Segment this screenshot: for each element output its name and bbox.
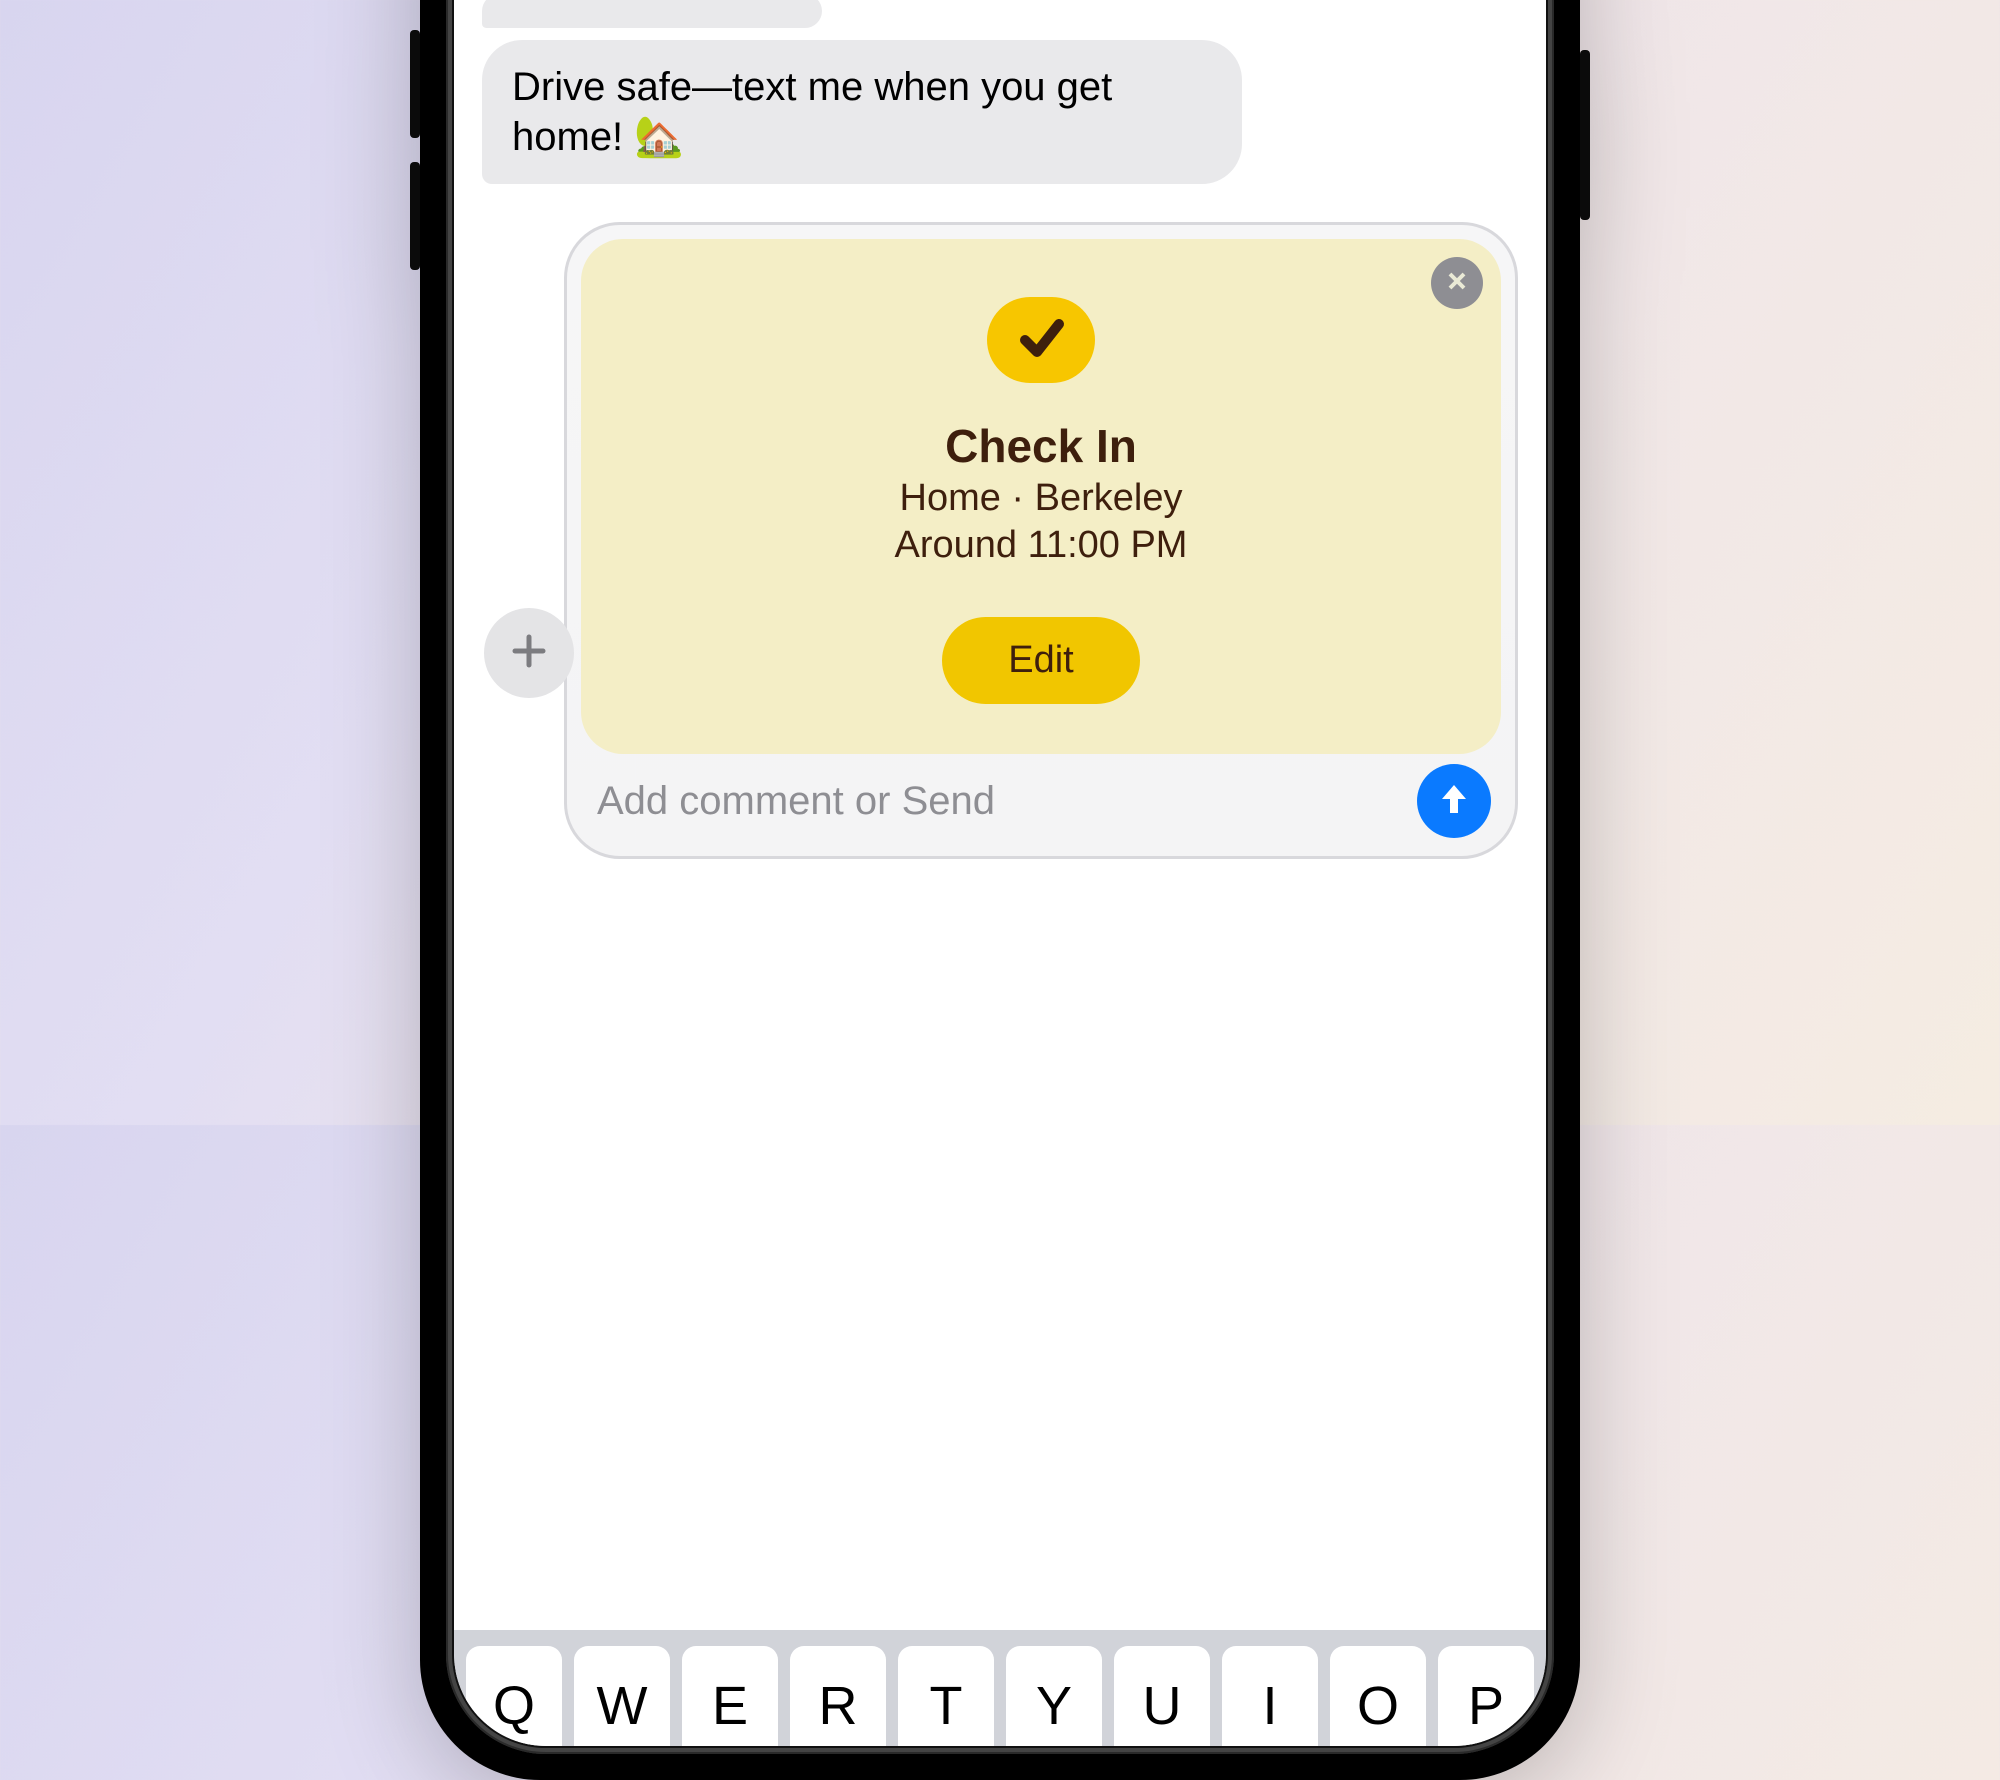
compose-card: Check In Home · Berkeley Around 11:00 PM… bbox=[564, 222, 1518, 859]
phone-mockup: Drive safe—text me when you get home! 🏡 bbox=[420, 0, 1580, 1780]
checkin-location: Home · Berkeley bbox=[900, 477, 1183, 520]
incoming-message-text: Drive safe—text me when you get home! 🏡 bbox=[512, 65, 1112, 159]
volume-up-button bbox=[410, 30, 420, 138]
checkin-card: Check In Home · Berkeley Around 11:00 PM… bbox=[581, 239, 1501, 754]
close-button[interactable] bbox=[1431, 257, 1483, 309]
keyboard-key[interactable]: Q bbox=[466, 1646, 562, 1746]
checkmark-icon bbox=[1015, 312, 1067, 369]
keyboard-key[interactable]: I bbox=[1222, 1646, 1318, 1746]
previous-message-peek bbox=[482, 0, 822, 28]
keyboard-key[interactable]: O bbox=[1330, 1646, 1426, 1746]
checkin-badge bbox=[987, 297, 1095, 383]
checkin-title: Check In bbox=[945, 419, 1137, 473]
phone-frame: Drive safe—text me when you get home! 🏡 bbox=[420, 0, 1580, 1780]
keyboard-key[interactable]: E bbox=[682, 1646, 778, 1746]
volume-down-button bbox=[410, 162, 420, 270]
keyboard-key[interactable]: Y bbox=[1006, 1646, 1102, 1746]
attachments-button[interactable] bbox=[484, 608, 574, 698]
power-button bbox=[1580, 50, 1590, 220]
send-button[interactable] bbox=[1417, 764, 1491, 838]
message-row: Drive safe—text me when you get home! 🏡 bbox=[454, 40, 1546, 202]
keyboard-key[interactable]: U bbox=[1114, 1646, 1210, 1746]
close-icon bbox=[1445, 269, 1469, 298]
comment-input[interactable] bbox=[591, 765, 1399, 838]
arrow-up-icon bbox=[1435, 780, 1473, 823]
edit-button[interactable]: Edit bbox=[942, 617, 1139, 704]
keyboard-key[interactable]: R bbox=[790, 1646, 886, 1746]
incoming-message-bubble: Drive safe—text me when you get home! 🏡 bbox=[482, 40, 1242, 184]
checkin-eta: Around 11:00 PM bbox=[895, 524, 1188, 567]
keyboard[interactable]: QWERTYUIOP bbox=[454, 1630, 1546, 1746]
keyboard-key[interactable]: T bbox=[898, 1646, 994, 1746]
plus-icon bbox=[509, 631, 549, 676]
messages-app: Drive safe—text me when you get home! 🏡 bbox=[454, 0, 1546, 740]
keyboard-key[interactable]: W bbox=[574, 1646, 670, 1746]
compose-input-row bbox=[581, 754, 1501, 842]
keyboard-key[interactable]: P bbox=[1438, 1646, 1534, 1746]
screen: Drive safe—text me when you get home! 🏡 bbox=[454, 0, 1546, 1746]
